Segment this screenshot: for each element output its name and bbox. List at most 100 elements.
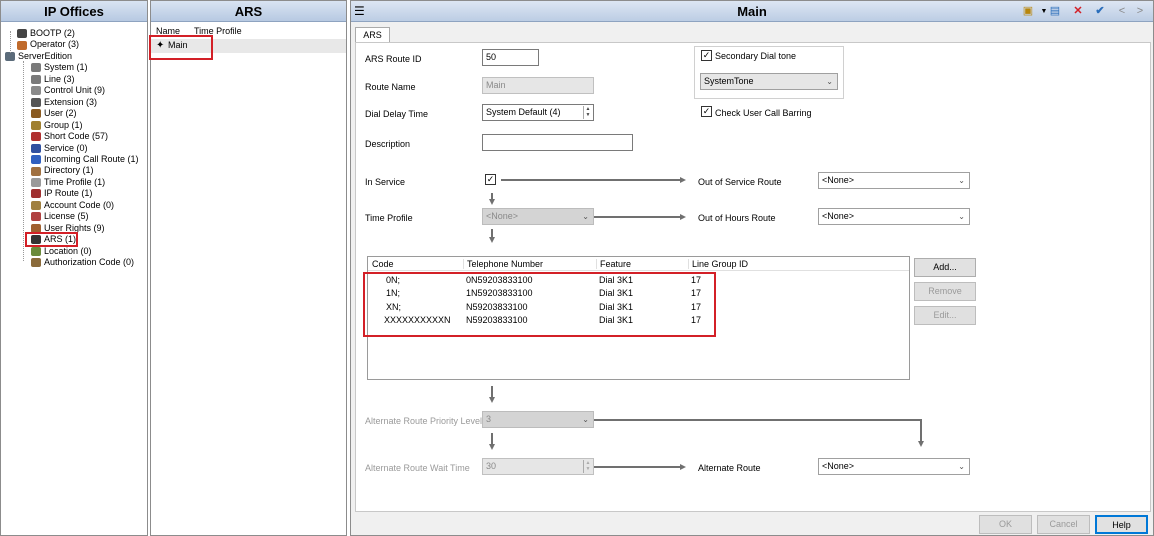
description-label: Description	[365, 139, 411, 149]
tree-item-label: Operator (3)	[30, 39, 80, 50]
validate-icon[interactable]: ✔	[1093, 4, 1107, 19]
tree-item[interactable]: Extension (3)	[31, 96, 97, 108]
list-view-icon[interactable]: ☰	[354, 4, 365, 18]
tree-item[interactable]: Account Code (0)	[31, 199, 114, 211]
in-service-checkbox[interactable]: ✓	[485, 174, 496, 185]
spinner-icon[interactable]: ▲ ▼	[583, 106, 592, 119]
tree-item-label: User (2)	[44, 108, 77, 119]
tree-item[interactable]: ServerEdition	[5, 50, 72, 62]
time-profile-select[interactable]: <None> ⌄	[482, 208, 594, 225]
system-icon	[31, 63, 41, 73]
spinner-icon[interactable]: ▲ ▼	[583, 460, 592, 473]
flow-line	[594, 419, 922, 421]
flow-line	[920, 419, 922, 441]
tree-item[interactable]: Incoming Call Route (1)	[31, 153, 139, 165]
add-button[interactable]: Add...	[914, 258, 976, 277]
tree-item[interactable]: IP Route (1)	[31, 187, 92, 199]
tree-item[interactable]: Operator (3)	[17, 38, 79, 50]
tab-ars[interactable]: ARS	[355, 27, 390, 43]
out-of-service-route-select[interactable]: <None> ⌄	[818, 172, 970, 189]
tree-line	[23, 61, 24, 261]
help-button[interactable]: Help	[1095, 515, 1148, 534]
chevron-down-icon: ⌄	[958, 176, 965, 185]
flow-line	[491, 229, 493, 237]
previous-icon[interactable]: <	[1115, 4, 1129, 19]
ip-offices-panel: IP Offices BOOTP (2) Operator (3) ServerEd…	[0, 0, 148, 536]
out-of-hours-route-label: Out of Hours Route	[698, 213, 776, 223]
ars-detail-panel: Main ☰ ▣ ▼ ▤ ✕ ✔ < > ARS ARS Route ID 50…	[350, 0, 1154, 536]
arrow-down-icon	[489, 397, 495, 403]
tree-item[interactable]: Control Unit (9)	[31, 84, 105, 96]
location-icon	[31, 246, 41, 256]
flow-line	[501, 179, 680, 181]
out-of-hours-route-value: <None>	[822, 211, 855, 221]
chevron-down-icon: ⌄	[826, 77, 833, 86]
chevron-down-icon: ⌄	[958, 462, 965, 471]
alt-route-priority-label: Alternate Route Priority Level	[365, 416, 483, 426]
out-of-service-route-label: Out of Service Route	[698, 177, 782, 187]
tree-item[interactable]: User (2)	[31, 107, 77, 119]
tree-item-label: IP Route (1)	[44, 188, 93, 199]
arrow-right-icon	[680, 177, 686, 183]
tree-item[interactable]: Time Profile (1)	[31, 176, 105, 188]
tree-item[interactable]: Directory (1)	[31, 164, 94, 176]
dial-delay-value: System Default (4)	[486, 107, 561, 117]
tree-item[interactable]: BOOTP (2)	[17, 27, 75, 39]
check-user-call-barring-checkbox[interactable]: ✓	[701, 106, 712, 117]
col-feature[interactable]: Feature	[596, 259, 631, 269]
alt-route-wait-value: 30	[486, 461, 497, 471]
detail-title-text: Main	[737, 4, 767, 19]
tree-item[interactable]: System (1)	[31, 61, 88, 73]
cancel-button[interactable]: Cancel	[1037, 515, 1090, 534]
directory-icon	[31, 166, 41, 176]
new-item-icon[interactable]: ▣	[1021, 4, 1035, 19]
tree-item[interactable]: License (5)	[31, 210, 89, 222]
tree-item-label: ServerEdition	[18, 50, 73, 61]
col-telephone-number[interactable]: Telephone Number	[463, 259, 543, 269]
alt-route-priority-value: 3	[486, 414, 492, 424]
ars-route-id-input[interactable]: 50	[482, 49, 539, 66]
tree-item[interactable]: Service (0)	[31, 142, 88, 154]
line-icon	[31, 74, 41, 84]
route-name-input[interactable]: Main	[482, 77, 594, 94]
secondary-dial-tone-label: Secondary Dial tone	[715, 51, 797, 61]
table-rows-highlight-box	[363, 272, 716, 337]
col-line-group-id[interactable]: Line Group ID	[688, 259, 748, 269]
delete-icon[interactable]: ✕	[1071, 4, 1085, 19]
secondary-dial-tone-checkbox[interactable]: ✓	[701, 50, 712, 61]
operator-icon	[17, 40, 27, 50]
tree-item-label: Control Unit (9)	[44, 85, 106, 96]
ok-button[interactable]: OK	[979, 515, 1032, 534]
alternate-route-value: <None>	[822, 461, 855, 471]
remove-button[interactable]: Remove	[914, 282, 976, 301]
user-icon	[31, 109, 41, 119]
table-header: Code Telephone Number Feature Line Group…	[368, 257, 909, 271]
tree-item[interactable]: Short Code (57)	[31, 130, 108, 142]
check-user-call-barring-label: Check User Call Barring	[715, 108, 812, 118]
chevron-down-icon: ⌄	[958, 212, 965, 221]
route-name-label: Route Name	[365, 82, 416, 92]
tree-item[interactable]: Line (3)	[31, 73, 75, 85]
col-code[interactable]: Code	[372, 259, 394, 269]
tree-item-label: Extension (3)	[44, 96, 98, 107]
alternate-route-select[interactable]: <None> ⌄	[818, 458, 970, 475]
secondary-dial-tone-select[interactable]: SystemTone ⌄	[700, 73, 838, 90]
alt-route-wait-stepper[interactable]: 30 ▲ ▼	[482, 458, 594, 475]
tree-item[interactable]: Authorization Code (0)	[31, 256, 134, 268]
main-highlight-box	[149, 35, 213, 60]
export-icon[interactable]: ▤	[1048, 4, 1062, 19]
license-icon	[31, 212, 41, 222]
alternate-route-label: Alternate Route	[698, 463, 761, 473]
tree-item-label: Line (3)	[44, 73, 75, 84]
tree-item-label: Group (1)	[44, 119, 83, 130]
description-input[interactable]	[482, 134, 633, 151]
alt-route-priority-select[interactable]: 3 ⌄	[482, 411, 594, 428]
tree-item[interactable]: Group (1)	[31, 119, 83, 131]
time-profile-icon	[31, 177, 41, 187]
account-code-icon	[31, 200, 41, 210]
edit-button[interactable]: Edit...	[914, 306, 976, 325]
out-of-hours-route-select[interactable]: <None> ⌄	[818, 208, 970, 225]
next-icon[interactable]: >	[1133, 4, 1147, 19]
dial-delay-stepper[interactable]: System Default (4) ▲ ▼	[482, 104, 594, 121]
tree-item-label: System (1)	[44, 62, 88, 73]
